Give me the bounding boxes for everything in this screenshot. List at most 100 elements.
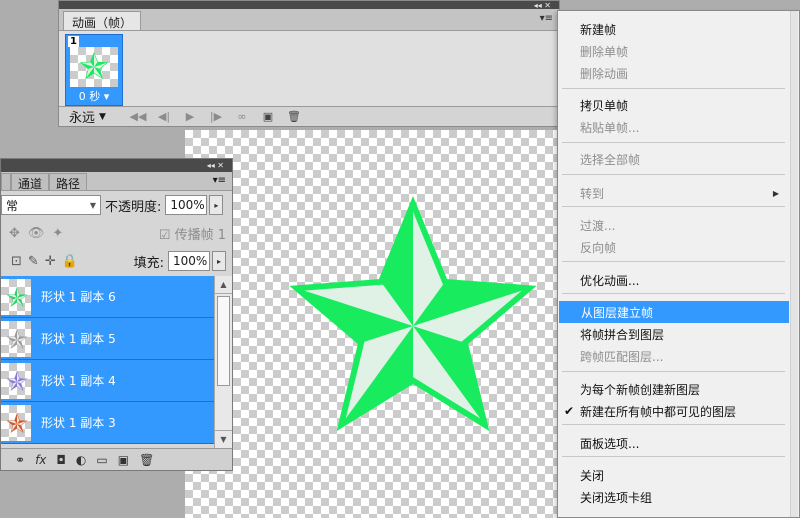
menu-item[interactable]: 面板选项... bbox=[558, 432, 799, 454]
previous-frame-icon[interactable]: ◀| bbox=[151, 110, 177, 123]
panel-menu-icon[interactable]: ▾≡ bbox=[540, 13, 553, 24]
duplicate-frame-icon[interactable]: ▣ bbox=[255, 110, 281, 123]
menu-separator bbox=[562, 456, 785, 457]
scroll-up-icon[interactable]: ▲ bbox=[215, 276, 232, 294]
panel-collapse-bar[interactable]: ◂◂ ✕ bbox=[1, 159, 232, 172]
loop-select[interactable]: 永远 ▼ bbox=[69, 107, 125, 126]
menu-item-label: 选择全部帧 bbox=[580, 152, 641, 167]
menu-item[interactable]: 粘贴单帧... bbox=[558, 116, 799, 138]
menu-item[interactable]: 选择全部帧 bbox=[558, 148, 799, 170]
fx-icon[interactable]: fx bbox=[35, 453, 46, 467]
menu-item[interactable]: ✔ 新建在所有帧中都可见的图层 bbox=[558, 400, 799, 422]
lock-transparent-icon[interactable]: ⊡ bbox=[11, 254, 22, 269]
scroll-down-icon[interactable]: ▼ bbox=[215, 430, 232, 448]
trash-icon[interactable]: 🗑 bbox=[281, 110, 307, 123]
menu-item-label: 反向帧 bbox=[580, 240, 617, 255]
document-canvas[interactable] bbox=[185, 130, 565, 518]
unify-row: ✥ 👁 ✦ ☑ 传播帧 1 bbox=[1, 223, 232, 243]
blend-opacity-row: 常 ▼ 不透明度: 100% ▸ bbox=[1, 195, 232, 215]
layer-row[interactable]: 形状 1 副本 6 bbox=[1, 276, 214, 318]
opacity-label: 不透明度: bbox=[105, 199, 162, 215]
propagate-frame-checkbox[interactable]: ☑ 传播帧 1 bbox=[159, 224, 226, 243]
menu-item-label: 拷贝单帧 bbox=[580, 98, 629, 113]
menu-item[interactable]: 关闭选项卡组 bbox=[558, 486, 799, 508]
menu-item[interactable]: 过渡... bbox=[558, 214, 799, 236]
tab-layers[interactable] bbox=[1, 173, 11, 190]
tab-paths[interactable]: 路径 bbox=[49, 173, 88, 191]
lock-position-icon[interactable]: ✛ bbox=[45, 254, 56, 269]
checkmark-icon: ✔ bbox=[564, 404, 575, 418]
layer-thumbnail bbox=[1, 362, 31, 399]
unify-position-icon[interactable]: ✥ bbox=[9, 226, 20, 241]
opacity-arrow-icon[interactable]: ▸ bbox=[209, 195, 224, 215]
menu-item[interactable]: 关闭 bbox=[558, 464, 799, 486]
menu-item[interactable]: 优化动画... bbox=[558, 269, 799, 291]
menu-item-label: 关闭选项卡组 bbox=[580, 490, 653, 505]
panel-menu-icon[interactable]: ▾≡ bbox=[213, 175, 226, 186]
layer-list: 形状 1 副本 6 形状 1 副本 5 形状 1 副本 4 形状 1 副本 3 bbox=[1, 276, 214, 448]
layer-thumbnail bbox=[1, 404, 31, 441]
frame-1[interactable]: 1 0 秒 ▾ bbox=[65, 34, 123, 106]
fill-input[interactable]: 100% bbox=[168, 251, 210, 271]
menu-item[interactable]: 反向帧 bbox=[558, 236, 799, 258]
adjustment-icon[interactable]: ◐ bbox=[76, 453, 86, 467]
menu-separator bbox=[562, 174, 785, 175]
layer-name: 形状 1 副本 3 bbox=[41, 416, 116, 430]
tab-channels[interactable]: 通道 bbox=[11, 173, 50, 191]
layer-list-scrollbar[interactable]: ▲ ▼ bbox=[214, 276, 232, 448]
link-icon[interactable]: ⚭ bbox=[15, 453, 25, 467]
animation-panel: ◂◂ ✕ 动画（帧） ▾≡ 1 0 秒 ▾ 永远 ▼ ◀◀ ◀| ▶ |▶ ∞ ▣… bbox=[58, 0, 560, 127]
menu-item[interactable]: 新建帧 bbox=[558, 18, 799, 40]
menu-item[interactable]: 转到 ▶ bbox=[558, 182, 799, 204]
lock-pixels-icon[interactable]: ✎ bbox=[28, 254, 39, 269]
menu-item[interactable]: 为每个新帧创建新图层 bbox=[558, 378, 799, 400]
menu-separator bbox=[562, 206, 785, 207]
menu-item-label: 新建在所有帧中都可见的图层 bbox=[580, 404, 737, 419]
layer-thumbnail bbox=[1, 320, 31, 357]
panel-context-menu: 新建帧 删除单帧 删除动画拷贝单帧粘贴单帧... 选择全部帧转到 ▶ 过渡... 反向帧优化… bbox=[557, 10, 800, 518]
lock-all-icon[interactable]: 🔒 bbox=[62, 254, 78, 269]
menu-item-label: 转到 bbox=[580, 186, 605, 201]
fill-arrow-icon[interactable]: ▸ bbox=[212, 251, 226, 271]
group-icon[interactable]: ▭ bbox=[96, 453, 107, 467]
menu-item[interactable]: 将帧拼合到图层 bbox=[558, 323, 799, 345]
frame-delay[interactable]: 0 秒 ▾ bbox=[66, 88, 122, 104]
unify-visibility-icon[interactable]: 👁 bbox=[28, 226, 45, 241]
scroll-thumb[interactable] bbox=[217, 296, 230, 386]
mask-icon[interactable]: ◘ bbox=[56, 453, 66, 467]
menu-item-label: 粘贴单帧... bbox=[580, 120, 640, 135]
layer-row[interactable]: 形状 1 副本 3 bbox=[1, 402, 214, 444]
menu-item[interactable]: 从图层建立帧 bbox=[559, 301, 789, 323]
layer-row[interactable]: 形状 1 副本 4 bbox=[1, 360, 214, 402]
menu-item-label: 为每个新帧创建新图层 bbox=[580, 382, 701, 397]
menu-item-label: 跨帧匹配图层... bbox=[580, 349, 664, 364]
play-icon[interactable]: ▶ bbox=[177, 110, 203, 123]
chevron-down-icon: ▼ bbox=[99, 111, 106, 122]
unify-style-icon[interactable]: ✦ bbox=[52, 226, 63, 241]
star-shape bbox=[289, 196, 537, 432]
opacity-input[interactable]: 100% bbox=[165, 195, 208, 215]
menu-separator bbox=[562, 88, 785, 89]
next-frame-icon[interactable]: |▶ bbox=[203, 110, 229, 123]
lock-fill-row: ⊡ ✎ ✛ 🔒 填充: 100% ▸ bbox=[1, 251, 232, 271]
menu-item[interactable]: 跨帧匹配图层... bbox=[558, 345, 799, 367]
layer-row[interactable]: 形状 1 副本 5 bbox=[1, 318, 214, 360]
tab-animation-frames[interactable]: 动画（帧） bbox=[63, 11, 142, 30]
animation-controls: 永远 ▼ ◀◀ ◀| ▶ |▶ ∞ ▣ 🗑 bbox=[59, 106, 559, 126]
animation-panel-tabs: 动画（帧） ▾≡ bbox=[59, 9, 559, 31]
layers-panel: ◂◂ ✕ 通道 路径 ▾≡ 常 ▼ 不透明度: 100% ▸ ✥ 👁 ✦ ☑ 传… bbox=[0, 158, 233, 471]
menu-item[interactable]: 删除单帧 bbox=[558, 40, 799, 62]
menu-item[interactable]: 拷贝单帧 bbox=[558, 94, 799, 116]
first-frame-icon[interactable]: ◀◀ bbox=[125, 110, 151, 123]
menu-separator bbox=[562, 293, 785, 294]
menu-item[interactable]: 删除动画 bbox=[558, 62, 799, 84]
panel-collapse-bar[interactable]: ◂◂ ✕ bbox=[59, 1, 559, 10]
trash-icon[interactable]: 🗑 bbox=[139, 453, 154, 467]
tween-icon[interactable]: ∞ bbox=[229, 110, 255, 123]
frame-thumbnail bbox=[70, 47, 118, 87]
menu-item-label: 关闭 bbox=[580, 468, 605, 483]
menu-item-label: 从图层建立帧 bbox=[581, 305, 654, 320]
blend-mode-select[interactable]: 常 ▼ bbox=[1, 195, 101, 215]
new-layer-icon[interactable]: ▣ bbox=[118, 453, 129, 467]
menu-separator bbox=[562, 371, 785, 372]
